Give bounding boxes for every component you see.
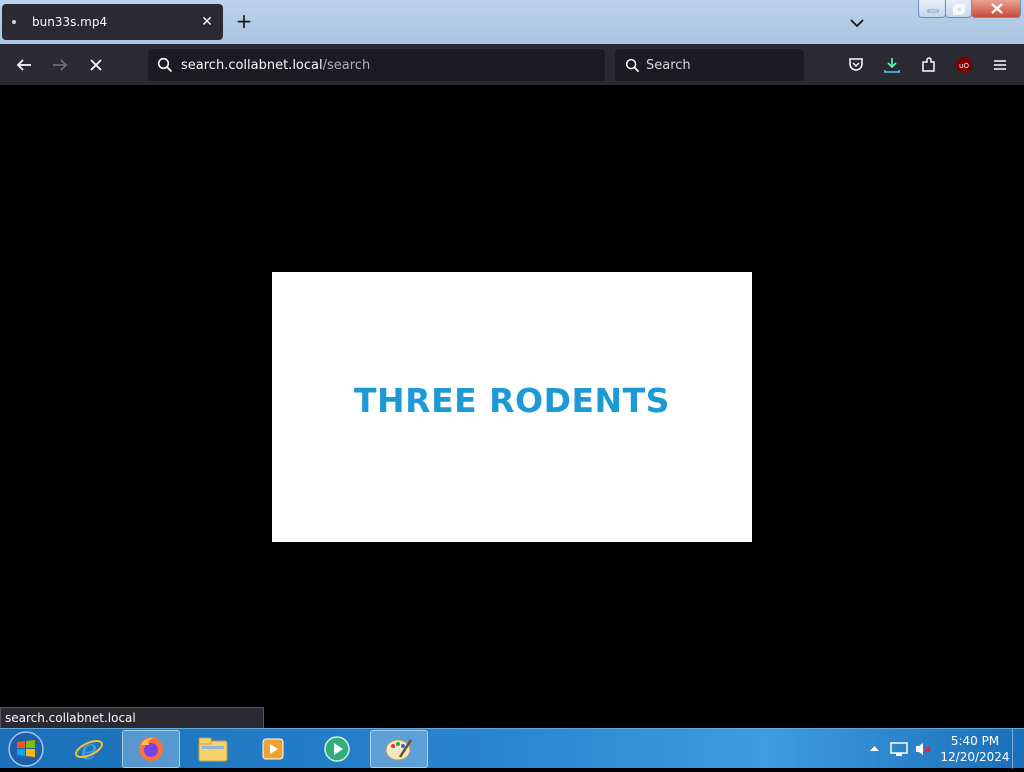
start-button[interactable] [6, 730, 46, 768]
status-url-bar: search.collabnet.local [0, 707, 264, 729]
arrow-right-icon [53, 59, 68, 71]
taskbar-file-explorer[interactable] [184, 730, 242, 768]
page-content: THREE RODENTS [0, 85, 1024, 728]
taskbar-media-center[interactable] [308, 730, 366, 768]
internet-explorer-icon: e [75, 734, 103, 764]
firefox-icon [139, 737, 163, 761]
url-path: /search [322, 57, 371, 73]
title-bar: bun33s.mp4 ✕ + [0, 0, 1024, 44]
system-tray: 5:40 PM 12/20/2024 [864, 729, 1024, 769]
taskbar-paint[interactable] [370, 730, 428, 768]
volume-muted-icon[interactable] [914, 741, 932, 757]
restore-button[interactable] [945, 0, 972, 18]
extensions-button[interactable] [918, 54, 940, 76]
svg-text:uO: uO [959, 62, 969, 70]
ublock-origin-icon: uO [956, 57, 972, 73]
show-desktop-button[interactable] [1012, 729, 1024, 769]
chevron-down-icon [850, 19, 864, 28]
media-center-icon [324, 736, 350, 762]
taskbar-media-player[interactable] [244, 730, 302, 768]
arrow-left-icon [16, 59, 31, 71]
minimize-button[interactable] [918, 0, 946, 18]
pocket-icon [849, 58, 863, 71]
back-button[interactable] [11, 52, 37, 78]
url-host: search.collabnet.local [181, 57, 323, 73]
media-player-icon [262, 738, 284, 760]
address-bar[interactable]: search.collabnet.local/search [148, 49, 605, 81]
tab-title: bun33s.mp4 [32, 15, 108, 29]
clock-time: 5:40 PM [950, 734, 1000, 748]
tab-video[interactable]: bun33s.mp4 ✕ [2, 4, 223, 40]
search-icon [625, 58, 640, 72]
hamburger-menu-icon [994, 60, 1006, 70]
windows-logo-icon [8, 731, 44, 767]
new-tab-button[interactable]: + [233, 11, 255, 33]
pocket-button[interactable] [845, 54, 867, 76]
restore-icon [953, 4, 965, 15]
svg-text:e: e [81, 734, 98, 764]
downloads-button[interactable] [881, 54, 903, 76]
forward-button[interactable] [47, 52, 73, 78]
minimize-icon [927, 9, 939, 13]
tab-loading-dot [12, 20, 16, 24]
file-explorer-icon [198, 737, 228, 762]
stop-loading-button[interactable] [83, 52, 109, 78]
ublock-button[interactable]: uO [953, 54, 975, 76]
search-placeholder: Search [646, 57, 691, 73]
download-icon [884, 58, 900, 73]
app-menu-button[interactable] [989, 54, 1011, 76]
stop-icon [90, 59, 102, 71]
windows-taskbar: e 5:40 PM 12/20/2024 [0, 728, 1024, 769]
paint-icon [385, 739, 413, 761]
search-bar[interactable]: Search [615, 49, 804, 81]
close-tab-icon[interactable]: ✕ [199, 14, 215, 30]
puzzle-icon [922, 57, 935, 72]
nav-bar: search.collabnet.local/search Search uO [0, 44, 1024, 85]
video-frame-title: THREE RODENTS [354, 380, 670, 420]
list-all-tabs-button[interactable] [846, 12, 868, 34]
show-hidden-icons-icon[interactable] [870, 745, 879, 752]
video-player[interactable]: THREE RODENTS [272, 272, 752, 542]
clock[interactable]: 5:40 PM 12/20/2024 [940, 733, 1010, 765]
network-icon[interactable] [890, 741, 908, 757]
clock-date: 12/20/2024 [940, 750, 1010, 764]
address-text: search.collabnet.local/search [181, 58, 370, 73]
close-window-button[interactable] [971, 0, 1021, 18]
close-icon [991, 3, 1003, 14]
taskbar-internet-explorer[interactable]: e [60, 730, 118, 768]
taskbar-firefox[interactable] [122, 730, 180, 768]
search-icon [157, 57, 173, 73]
